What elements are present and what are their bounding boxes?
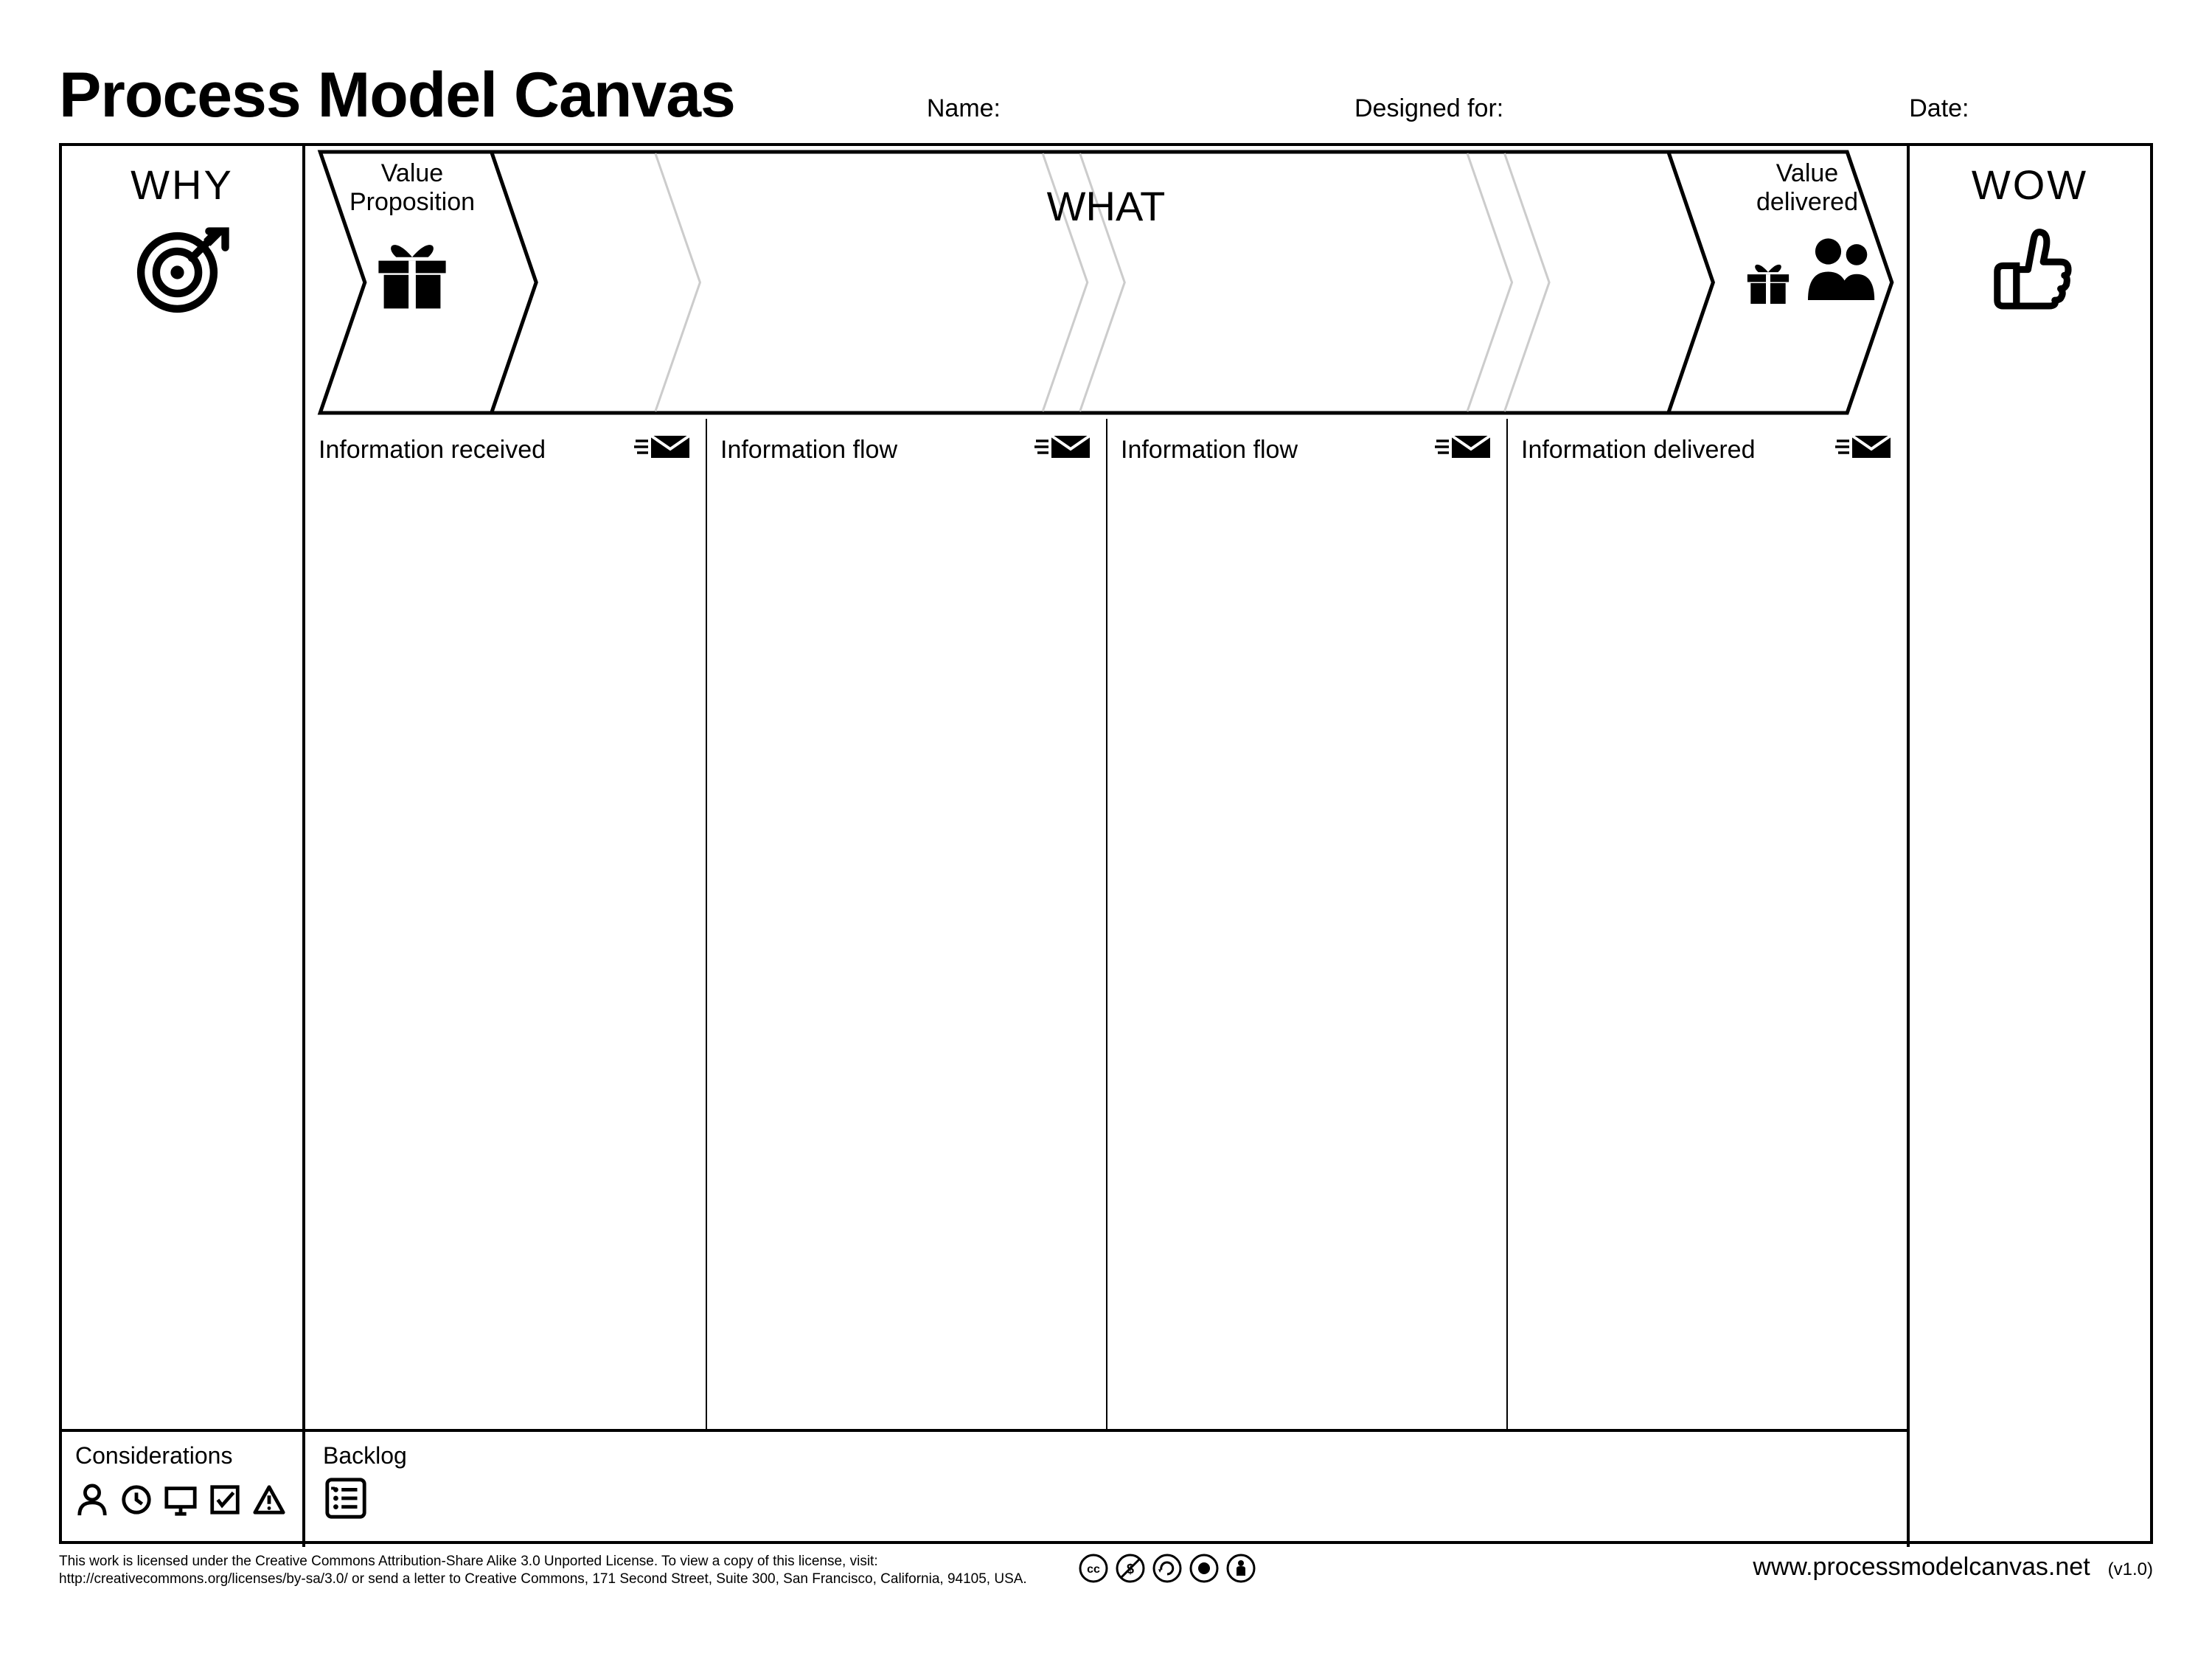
clock-icon xyxy=(119,1483,153,1520)
site-url: www.processmodelcanvas.net xyxy=(1753,1553,2090,1582)
thumbs-up-icon xyxy=(1982,306,2078,319)
mail-flow-icon xyxy=(1034,431,1093,470)
meta-name-label: Name: xyxy=(927,94,1001,123)
what-label: WHAT xyxy=(305,183,1907,230)
value-delivered-label: Value delivered xyxy=(1733,159,1881,217)
license-line-2: http://creativecommons.org/licenses/by-s… xyxy=(59,1571,1027,1588)
license-line-1: This work is licensed under the Creative… xyxy=(59,1553,1027,1571)
mail-flow-icon xyxy=(633,431,692,470)
person-icon xyxy=(75,1483,109,1520)
people-icon xyxy=(1800,227,1881,308)
chevron-row: Value Proposition WHAT Value delivered xyxy=(305,146,1907,419)
gift-icon xyxy=(368,227,456,319)
info-flow-cell-1[interactable]: Information flow xyxy=(706,419,1106,1429)
mail-flow-icon xyxy=(1834,431,1893,470)
considerations-label: Considerations xyxy=(75,1442,289,1470)
cc-sa-icon xyxy=(1152,1554,1182,1587)
considerations-section[interactable]: Considerations xyxy=(62,1429,302,1547)
info-flow-label-1: Information flow xyxy=(720,436,897,465)
info-received-label: Information received xyxy=(319,436,546,465)
footer: This work is licensed under the Creative… xyxy=(59,1553,2153,1588)
info-flow-label-2: Information flow xyxy=(1121,436,1298,465)
page-title: Process Model Canvas xyxy=(59,59,735,132)
center-column: Value Proposition WHAT Value delivered I… xyxy=(305,146,1907,1547)
value-delivered-icons xyxy=(1741,227,1881,308)
cc-icon-row xyxy=(1079,1554,1256,1587)
wow-column[interactable]: WOW xyxy=(1907,146,2150,1547)
monitor-icon xyxy=(164,1483,198,1520)
version-label: (v1.0) xyxy=(2108,1559,2153,1580)
info-flow-cell-2[interactable]: Information flow xyxy=(1106,419,1506,1429)
info-received-cell[interactable]: Information received xyxy=(305,419,706,1429)
mail-flow-icon xyxy=(1434,431,1493,470)
cc-by-icon xyxy=(1226,1554,1256,1587)
cc-nd-icon xyxy=(1189,1554,1219,1587)
cc-icon xyxy=(1079,1554,1108,1587)
backlog-label: Backlog xyxy=(323,1442,1889,1470)
info-delivered-label: Information delivered xyxy=(1521,436,1756,465)
wow-label: WOW xyxy=(1917,161,2143,209)
canvas-grid: WHY Considerations xyxy=(59,143,2153,1544)
why-column: WHY Considerations xyxy=(62,146,305,1547)
meta-date-label: Date: xyxy=(1909,94,1969,123)
license-text: This work is licensed under the Creative… xyxy=(59,1553,1027,1588)
gift-small-icon xyxy=(1741,254,1795,308)
info-delivered-cell[interactable]: Information delivered xyxy=(1506,419,1907,1429)
target-icon xyxy=(134,306,230,319)
why-label: WHY xyxy=(69,161,295,209)
information-row: Information received Information flow In… xyxy=(305,419,1907,1429)
header: Process Model Canvas Name: Designed for:… xyxy=(59,59,2153,132)
cc-nc-icon xyxy=(1116,1554,1145,1587)
checkbox-icon xyxy=(208,1483,242,1520)
backlog-section[interactable]: Backlog xyxy=(305,1429,1907,1547)
considerations-icons xyxy=(75,1483,289,1520)
why-section[interactable]: WHY xyxy=(62,146,302,1429)
warning-icon xyxy=(252,1483,286,1520)
backlog-list-icon xyxy=(323,1512,369,1524)
meta-designed-for-label: Designed for: xyxy=(1354,94,1503,123)
process-model-canvas: Process Model Canvas Name: Designed for:… xyxy=(0,0,2212,1659)
